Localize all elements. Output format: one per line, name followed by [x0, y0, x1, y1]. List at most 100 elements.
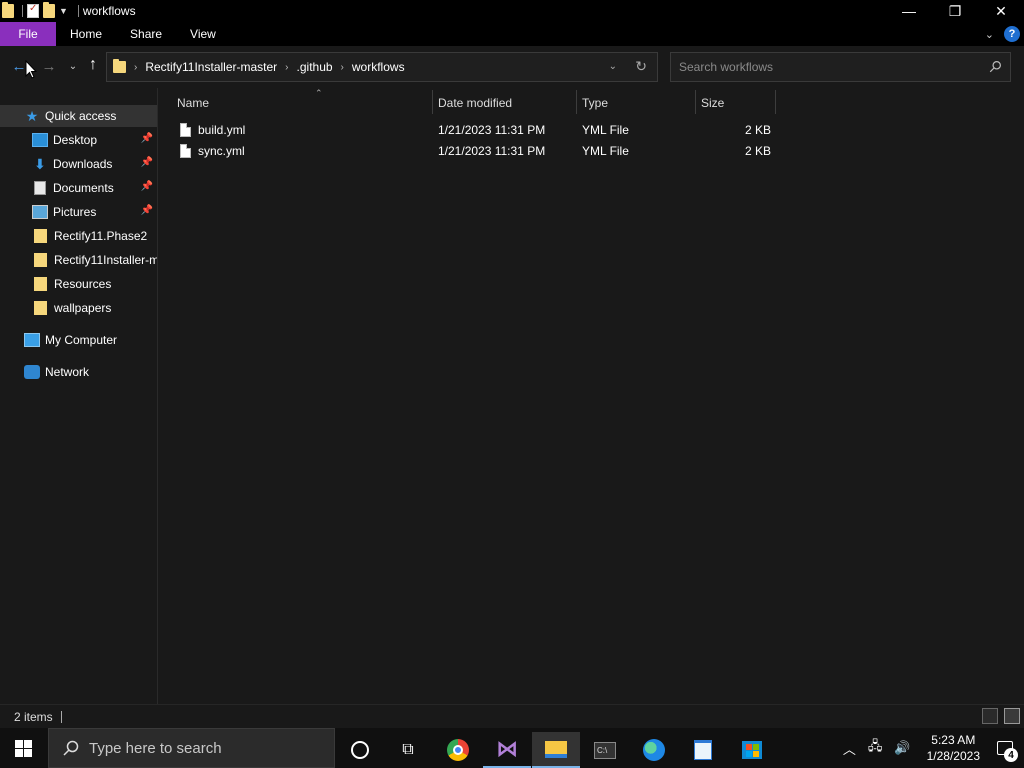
taskbar-search-placeholder: Type here to search: [89, 739, 222, 757]
store-taskbar-button[interactable]: [728, 732, 776, 768]
properties-icon[interactable]: [27, 3, 39, 18]
nav-quick-access[interactable]: ★ Quick access: [0, 105, 157, 127]
nav-label: Downloads: [53, 157, 113, 171]
column-header-name[interactable]: Name ⌃: [177, 88, 432, 116]
tab-file[interactable]: File: [0, 22, 56, 46]
taskbar: Type here to search ⧉ ⋈ C:\ ︿ 🖧 🔊 5:23 A…: [0, 728, 1024, 768]
search-icon[interactable]: [989, 60, 1002, 73]
system-tray: ︿ 🖧 🔊 5:23 AM 1/28/2023 4: [837, 728, 1024, 768]
nav-label: Desktop: [53, 133, 98, 147]
toolbar-separator: [22, 5, 23, 17]
file-size: 2 KB: [745, 123, 772, 137]
column-header-date[interactable]: Date modified: [438, 90, 576, 116]
nav-documents[interactable]: Documents 📌: [0, 177, 157, 199]
nav-resources[interactable]: Resources: [0, 273, 157, 295]
file-icon: [180, 123, 191, 137]
taskbar-search-box[interactable]: Type here to search: [48, 728, 335, 768]
tab-share[interactable]: Share: [116, 22, 176, 46]
nav-label: Documents: [53, 181, 114, 195]
breadcrumb-rectify11installer-master[interactable]: Rectify11Installer-master: [145, 60, 277, 74]
network-status-icon[interactable]: 🖧: [868, 737, 883, 759]
documents-icon: [34, 181, 46, 195]
nav-label: wallpapers: [54, 301, 112, 315]
notepad-taskbar-button[interactable]: [679, 732, 727, 768]
close-button[interactable]: ✕: [978, 0, 1024, 22]
new-folder-icon[interactable]: [43, 2, 55, 18]
action-center-button[interactable]: 4: [990, 728, 1020, 768]
nav-label: Rectify11Installer-m: [54, 253, 157, 267]
nav-network[interactable]: Network: [0, 361, 157, 383]
edge-taskbar-button[interactable]: [630, 732, 678, 768]
search-icon: [63, 740, 79, 756]
nav-rectify11installer[interactable]: Rectify11Installer-m: [0, 249, 157, 271]
breadcrumb-github[interactable]: .github: [297, 60, 333, 74]
file-explorer-icon: [545, 740, 567, 758]
expand-ribbon-icon[interactable]: ⌄: [985, 28, 994, 41]
folder-icon[interactable]: [2, 2, 14, 18]
large-icons-view-icon[interactable]: [1004, 708, 1020, 724]
tab-view[interactable]: View: [176, 22, 230, 46]
terminal-taskbar-button[interactable]: C:\: [581, 732, 629, 768]
minimize-button[interactable]: —: [886, 0, 932, 22]
store-icon: [742, 741, 762, 759]
address-history-icon[interactable]: ⌄: [609, 61, 617, 72]
nav-rectify11-phase2[interactable]: Rectify11.Phase2: [0, 225, 157, 247]
task-view-button[interactable]: ⧉: [384, 732, 432, 768]
network-icon: [24, 365, 40, 379]
nav-my-computer[interactable]: My Computer: [0, 329, 157, 351]
file-type: YML File: [582, 123, 629, 137]
nav-pictures[interactable]: Pictures 📌: [0, 201, 157, 223]
column-header-size[interactable]: Size: [701, 90, 775, 116]
navigation-bar: ← → ⌄ ↑ › Rectify11Installer-master › .g…: [0, 46, 1024, 88]
show-hidden-icons-icon[interactable]: ︿: [843, 739, 856, 758]
file-row-sync-yml[interactable]: sync.yml 1/21/2023 11:31 PM YML File 2 K…: [172, 141, 772, 161]
search-box[interactable]: [670, 52, 1011, 82]
folder-icon: [34, 253, 47, 267]
visual-studio-icon: ⋈: [496, 736, 518, 761]
visual-studio-taskbar-button[interactable]: ⋈: [483, 732, 531, 768]
breadcrumb-workflows[interactable]: workflows: [352, 60, 405, 74]
restore-button[interactable]: ❐: [932, 0, 978, 22]
forward-arrow-icon[interactable]: →: [40, 58, 58, 75]
column-divider[interactable]: [695, 90, 696, 114]
help-icon[interactable]: ?: [1004, 26, 1020, 42]
volume-icon[interactable]: 🔊: [894, 740, 910, 756]
pictures-icon: [32, 205, 48, 219]
clock-time: 5:23 AM: [931, 733, 976, 747]
file-explorer-taskbar-button[interactable]: [532, 732, 580, 768]
chrome-icon: [447, 739, 469, 761]
file-type: YML File: [582, 144, 629, 158]
tab-home[interactable]: Home: [56, 22, 116, 46]
nav-downloads[interactable]: ⬇ Downloads 📌: [0, 153, 157, 175]
toolbar-separator: [77, 5, 79, 17]
file-row-build-yml[interactable]: build.yml 1/21/2023 11:31 PM YML File 2 …: [172, 120, 772, 140]
nav-wallpapers[interactable]: wallpapers: [0, 297, 157, 319]
up-arrow-icon[interactable]: ↑: [84, 56, 102, 74]
column-divider[interactable]: [432, 90, 433, 114]
column-divider[interactable]: [576, 90, 577, 114]
customize-toolbar-icon[interactable]: ▼: [59, 6, 68, 16]
cortana-button[interactable]: [336, 732, 384, 768]
address-bar[interactable]: › Rectify11Installer-master › .github › …: [106, 52, 658, 82]
chevron-right-icon[interactable]: ›: [134, 62, 137, 73]
column-label: Size: [701, 96, 725, 110]
refresh-icon[interactable]: ↻: [635, 58, 647, 75]
column-header-type[interactable]: Type: [582, 90, 695, 116]
chevron-right-icon[interactable]: ›: [285, 62, 288, 73]
nav-desktop[interactable]: Desktop 📌: [0, 129, 157, 151]
cortana-icon: [351, 741, 369, 759]
details-view-icon[interactable]: [982, 708, 998, 724]
search-input[interactable]: [679, 60, 979, 74]
nav-label: Resources: [54, 277, 112, 291]
chrome-taskbar-button[interactable]: [434, 732, 482, 768]
file-name: build.yml: [198, 123, 246, 137]
chevron-right-icon[interactable]: ›: [341, 62, 344, 73]
file-date: 1/21/2023 11:31 PM: [438, 123, 546, 137]
terminal-icon: C:\: [594, 741, 616, 759]
recent-locations-icon[interactable]: ⌄: [64, 61, 82, 72]
title-bar: ▼ workflows — ❐ ✕: [0, 0, 1024, 22]
clock[interactable]: 5:23 AM 1/28/2023: [927, 732, 980, 764]
windows-start-icon[interactable]: [15, 740, 32, 757]
column-divider[interactable]: [775, 90, 776, 114]
item-count: 2 items: [14, 710, 53, 724]
